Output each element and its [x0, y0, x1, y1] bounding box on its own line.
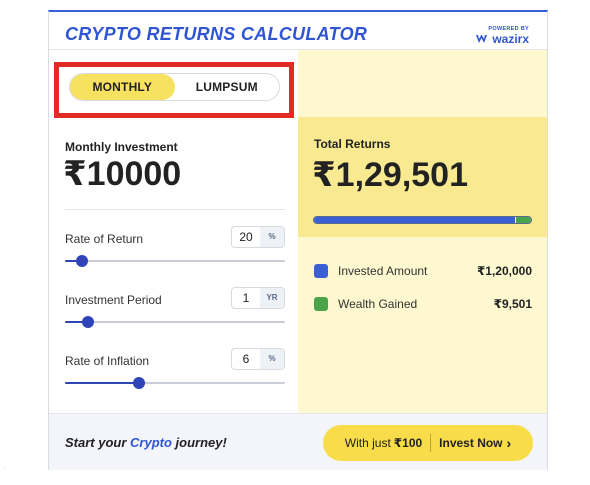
rate-of-inflation-thumb[interactable]	[133, 377, 145, 389]
rate-of-return-unit: %	[260, 227, 284, 247]
rate-of-return-input[interactable]: 20 %	[231, 226, 285, 248]
calculator-card: CRYPTO RETURNS CALCULATOR POWERED BY waz…	[48, 10, 548, 470]
invested-amount-swatch	[314, 264, 328, 278]
lumpsum-tab[interactable]: LUMPSUM	[175, 74, 280, 100]
wealth-gained-swatch	[314, 297, 328, 311]
stray-mark: ·	[4, 466, 6, 472]
returns-progress-bar	[313, 216, 532, 224]
mode-toggle-highlight: MONTHLY LUMPSUM	[54, 62, 294, 118]
invested-amount-label: Invested Amount	[338, 264, 428, 278]
cta-separator	[430, 434, 432, 452]
cta-prefix: With just	[344, 436, 391, 450]
total-returns-value: ₹1,29,501	[312, 156, 469, 194]
monthly-tab[interactable]: MONTHLY	[70, 74, 175, 100]
chevron-right-icon: ›	[506, 435, 512, 451]
rate-of-return-label: Rate of Return	[65, 232, 144, 246]
monthly-investment-value[interactable]: ₹10000	[63, 154, 181, 194]
inputs-panel: MONTHLY LUMPSUM Monthly Investment ₹1000…	[49, 50, 298, 413]
wealth-gained-label: Wealth Gained	[338, 297, 418, 311]
footer-bar: Start your Crypto journey! With just ₹10…	[49, 413, 547, 470]
cta-amount: ₹100	[393, 436, 423, 450]
investment-period-value[interactable]: 1	[232, 288, 260, 308]
rate-of-inflation-label: Rate of Inflation	[65, 354, 150, 368]
tagline-suffix: journey!	[171, 435, 227, 450]
monthly-investment-label: Monthly Investment	[65, 140, 178, 154]
wazirx-brand[interactable]: POWERED BY wazirx	[463, 26, 529, 46]
rate-of-inflation-fill	[65, 382, 139, 384]
rate-of-return-control: Rate of Return 20 %	[65, 226, 285, 282]
rate-of-inflation-value[interactable]: 6	[232, 349, 260, 369]
wazirx-logo-text: wazirx	[492, 32, 529, 46]
wealth-gained-value: ₹9,501	[493, 297, 532, 311]
investment-period-unit: YR	[260, 288, 284, 308]
rate-of-return-track[interactable]	[65, 260, 285, 262]
results-panel: Total Returns ₹1,29,501 Invested Amount …	[298, 50, 547, 413]
calculator-title: CRYPTO RETURNS CALCULATOR	[65, 24, 368, 44]
wazirx-logo: wazirx	[476, 33, 529, 45]
wealth-gained-bar-segment	[516, 217, 531, 223]
investment-period-input[interactable]: 1 YR	[231, 287, 285, 309]
tagline-highlight: Crypto	[130, 435, 172, 450]
calculator-header: CRYPTO RETURNS CALCULATOR POWERED BY waz…	[49, 12, 547, 50]
rate-of-return-value[interactable]: 20	[232, 227, 260, 247]
investment-period-track[interactable]	[65, 321, 285, 323]
cta-action: Invest Now	[439, 436, 503, 450]
wazirx-logo-icon	[476, 34, 488, 43]
tagline-prefix: Start your	[65, 435, 131, 450]
total-returns-label: Total Returns	[314, 137, 391, 151]
invested-bar-segment	[314, 217, 515, 223]
invested-amount-value: ₹1,20,000	[476, 264, 532, 278]
rate-of-return-thumb[interactable]	[76, 255, 88, 267]
legend-wealth-gained: Wealth Gained ₹9,501	[314, 294, 532, 314]
divider	[65, 209, 285, 210]
legend-invested-amount: Invested Amount ₹1,20,000	[314, 261, 532, 281]
mode-toggle[interactable]: MONTHLY LUMPSUM	[69, 73, 280, 101]
investment-period-thumb[interactable]	[82, 316, 94, 328]
investment-period-control: Investment Period 1 YR	[65, 287, 285, 343]
footer-tagline: Start your Crypto journey!	[65, 435, 227, 450]
rate-of-inflation-unit: %	[260, 349, 284, 369]
rate-of-inflation-control: Rate of Inflation 6 %	[65, 348, 285, 404]
investment-period-label: Investment Period	[65, 293, 162, 307]
rate-of-inflation-input[interactable]: 6 %	[231, 348, 285, 370]
invest-now-button[interactable]: With just ₹100 Invest Now ›	[323, 425, 533, 461]
total-returns-panel: Total Returns ₹1,29,501	[298, 117, 547, 237]
